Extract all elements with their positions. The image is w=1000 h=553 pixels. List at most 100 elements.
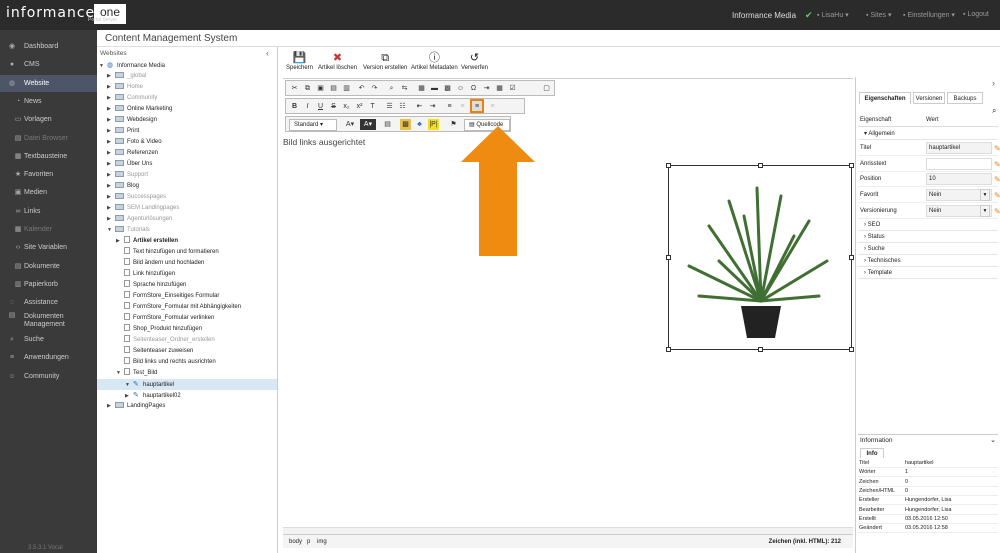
caret-right-icon[interactable]: ▶ [107, 401, 115, 412]
superscript-icon[interactable]: x² [354, 101, 365, 112]
iframe-icon[interactable]: ▦ [494, 83, 505, 94]
sidebar-item-papierkorb[interactable]: ▥ Papierkorb [0, 276, 97, 293]
sidebar-item-anwendungen[interactable]: ≡ Anwendungen [0, 349, 97, 366]
user-menu[interactable]: ▪ LisaHu ▾ [817, 11, 849, 19]
sidebar-item-links[interactable]: ∞ Links [0, 203, 97, 220]
resize-handle-n[interactable] [758, 163, 763, 168]
align-right-icon[interactable]: ≡ [470, 99, 484, 113]
tree-item[interactable]: ▶ SEM Landingpages [97, 203, 277, 214]
resize-handle-se[interactable] [849, 347, 854, 352]
tab-eigenschaften[interactable]: Eigenschaften [859, 92, 911, 104]
find-icon[interactable]: ⌕ [386, 83, 397, 94]
strike-icon[interactable]: S [328, 101, 339, 112]
caret-right-icon[interactable]: ▶ [107, 181, 115, 192]
sidebar-item-cms[interactable]: ● CMS [0, 56, 97, 73]
collapse-chevron-icon[interactable]: ⌄ [990, 435, 996, 447]
tree-item[interactable]: ▶ Support [97, 170, 277, 181]
paste-icon[interactable]: ▣ [315, 83, 326, 94]
caret-right-icon[interactable]: ▶ [107, 159, 115, 170]
caret-right-icon[interactable]: ▶ [107, 93, 115, 104]
tree-item[interactable]: ▼ Tutorials [97, 225, 277, 236]
logout-link[interactable]: ▪ Logout [963, 11, 989, 18]
tree-item[interactable]: ▶ Referenzen [97, 148, 277, 159]
flag-icon[interactable]: ⚑ [448, 119, 459, 130]
align-justify-icon[interactable]: ≡ [487, 101, 498, 112]
tree-item[interactable]: ▶ Foto & Video [97, 137, 277, 148]
section-technisches[interactable]: › Technisches [858, 255, 998, 267]
property-value[interactable]: hauptartikel [926, 142, 992, 154]
tree-item-selected[interactable]: ▼ ✎ hauptartikel [97, 379, 277, 390]
dropdown-arrow-icon[interactable]: ▼ [980, 189, 990, 201]
caret-right-icon[interactable]: ▶ [107, 71, 115, 82]
copy-icon[interactable]: ⧉ [302, 83, 313, 94]
font-color-icon[interactable]: A▾ [342, 119, 358, 130]
edit-pencil-icon[interactable]: ✎ [994, 172, 1000, 187]
caret-down-icon[interactable]: ▼ [107, 225, 115, 236]
caret-right-icon[interactable]: ▶ [107, 82, 115, 93]
collapse-icon[interactable]: ‹ [266, 48, 269, 58]
settings-menu[interactable]: ▪ Einstellungen ▾ [903, 11, 955, 19]
caret-right-icon[interactable]: ▶ [107, 115, 115, 126]
sidebar-item-dashboard[interactable]: ◉ Dashboard [0, 38, 97, 55]
paste-word-icon[interactable]: ▥ [341, 83, 352, 94]
smiley-icon[interactable]: ☺ [455, 83, 466, 94]
template-icon[interactable]: ▤ [382, 119, 393, 130]
verwerfen-button[interactable]: ↺ Verwerfen [461, 51, 488, 71]
caret-right-icon[interactable]: ▶ [107, 104, 115, 115]
resize-handle-e[interactable] [849, 255, 854, 260]
tree-item[interactable]: ▶ Über Uns [97, 159, 277, 170]
italic-icon[interactable]: I [302, 101, 313, 112]
resize-handle-sw[interactable] [666, 347, 671, 352]
tab-backups[interactable]: Backups [947, 92, 983, 104]
resize-handle-w[interactable] [666, 255, 671, 260]
sidebar-item-site-variablen[interactable]: ‹› Site Variablen [0, 239, 97, 256]
sidebar-item-assistance[interactable]: ◌ Assistance [0, 294, 97, 311]
tree-item[interactable]: Sprache hinzufügen [97, 280, 277, 291]
speichern-button[interactable]: 💾 Speichern [286, 51, 313, 71]
sidebar-item-dokumenten-management[interactable]: ▤ Dokumenten Management [0, 312, 97, 329]
path-body[interactable]: body [289, 535, 302, 549]
sidebar-item-datei-browser[interactable]: ▤ Datei Browser [0, 130, 97, 147]
sidebar-item-medien[interactable]: ▣ Medien [0, 184, 97, 201]
caret-right-icon[interactable]: ▶ [116, 236, 124, 247]
tree-item[interactable]: ▼ Test_Bild [97, 368, 277, 379]
tree-item[interactable]: ▶ LandingPages [97, 401, 277, 412]
caret-right-icon[interactable]: ▶ [107, 203, 115, 214]
underline-icon[interactable]: U [315, 101, 326, 112]
section-template[interactable]: › Template [858, 267, 998, 279]
checkbox-icon[interactable]: ☑ [507, 83, 518, 94]
bullet-list-icon[interactable]: ☷ [397, 101, 408, 112]
artikel-löschen-button[interactable]: ✖ Artikel löschen [318, 51, 357, 71]
hr-icon[interactable]: ▬ [429, 83, 440, 94]
tree-item[interactable]: Shop_Produkt hinzufügen [97, 324, 277, 335]
tree-item[interactable]: Bild links und rechts ausrichten [97, 357, 277, 368]
omega-icon[interactable]: Ω [468, 83, 479, 94]
undo-icon[interactable]: ↶ [356, 83, 367, 94]
tree-item[interactable]: FormStore_Formular mit Abhängigkeiten [97, 302, 277, 313]
tree-item[interactable]: ▶ ✎ hauptartikel02 [97, 390, 277, 401]
resize-handle-nw[interactable] [666, 163, 671, 168]
bg-color-icon[interactable]: A▾ [360, 119, 376, 130]
tree-item[interactable]: ▶ Print [97, 126, 277, 137]
subscript-icon[interactable]: x₂ [341, 101, 352, 112]
sidebar-item-community[interactable]: ☺ Community [0, 368, 97, 385]
expand-icon[interactable]: › [992, 78, 995, 88]
pagebreak-icon[interactable]: ⇥ [481, 83, 492, 94]
property-value[interactable] [926, 158, 992, 170]
caret-right-icon[interactable]: ▶ [107, 192, 115, 203]
placeholder-icon[interactable]: |P| [428, 119, 439, 130]
sidebar-item-news[interactable]: ◔ News [0, 93, 97, 110]
style-select[interactable]: Standard ▾ [289, 119, 337, 131]
bold-icon[interactable]: B [289, 101, 300, 112]
indent-icon[interactable]: ⇥ [427, 101, 438, 112]
numbered-list-icon[interactable]: ☰ [384, 101, 395, 112]
property-value[interactable]: 10 [926, 173, 992, 185]
tree-item[interactable]: Seitenteaser zuweisen [97, 346, 277, 357]
content-text[interactable]: Bild links ausgerichtet [283, 137, 365, 147]
tree-item[interactable]: ▶ Community [97, 93, 277, 104]
tree-item[interactable]: ▶ Successpages [97, 192, 277, 203]
group-allgemein[interactable]: ▾ Allgemein [858, 128, 998, 140]
dropdown-arrow-icon[interactable]: ▼ [980, 205, 990, 217]
image-icon[interactable]: ▩ [442, 83, 453, 94]
search-icon[interactable]: ⌕ [992, 106, 996, 116]
